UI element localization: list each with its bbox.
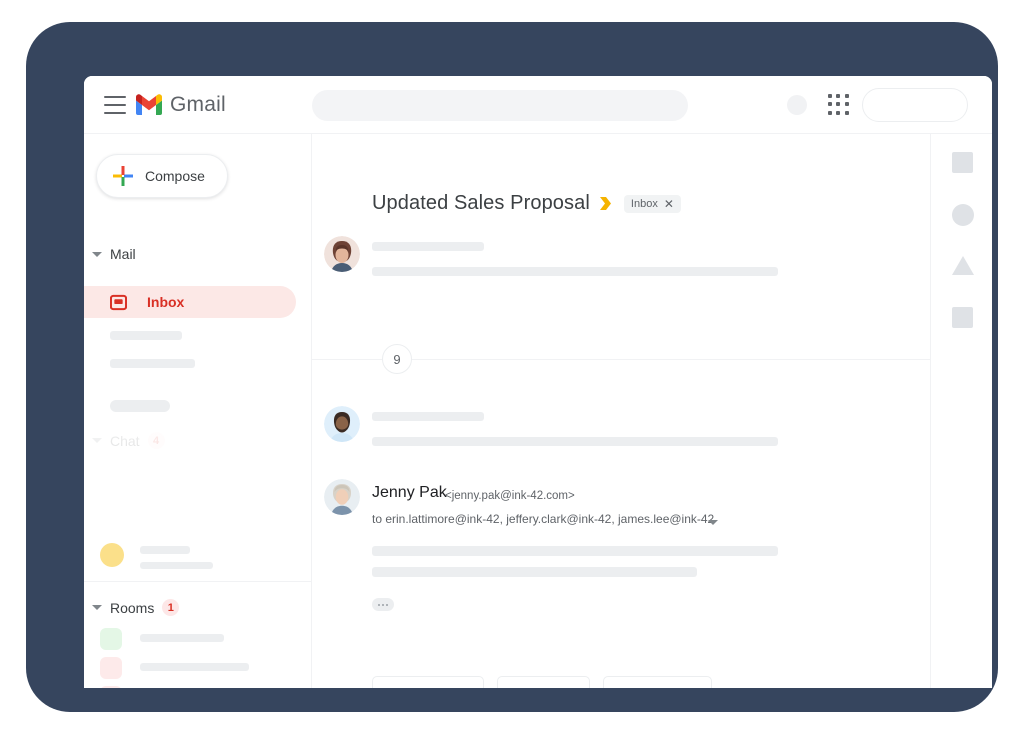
important-chevron-icon[interactable]: [599, 196, 614, 211]
app-header: Gmail: [84, 76, 992, 134]
plus-icon: [113, 166, 133, 186]
search-input[interactable]: [312, 90, 688, 121]
account-avatar[interactable]: [787, 95, 807, 115]
chat-list-item-avatar[interactable]: [100, 543, 124, 567]
mail-section-title: Mail: [110, 246, 136, 262]
message-skeleton-line: [372, 267, 778, 276]
brand-name: Gmail: [170, 93, 226, 116]
hamburger-icon[interactable]: [104, 96, 126, 114]
circle-icon[interactable]: [952, 204, 974, 226]
sidebar-item-inbox[interactable]: Inbox: [84, 286, 296, 318]
chat-list-item-skeleton: [140, 546, 190, 554]
header-pill-placeholder[interactable]: [862, 88, 968, 122]
forward-icon: [630, 687, 632, 688]
message-avatar[interactable]: [324, 236, 360, 272]
chat-list-item-skeleton: [140, 562, 213, 569]
recipients-expand-icon[interactable]: [708, 520, 718, 525]
sidebar-item-inbox-label: Inbox: [147, 294, 185, 310]
sender-name: Jenny Pak: [372, 484, 447, 501]
chat-unread-badge: 4: [147, 432, 165, 449]
reply-label: Reply: [539, 687, 574, 689]
compose-button[interactable]: Compose: [96, 154, 228, 198]
rooms-unread-badge: 1: [162, 599, 180, 616]
mail-section-header[interactable]: Mail: [92, 246, 136, 262]
message-skeleton-line: [372, 437, 778, 446]
room-list-item-avatar[interactable]: [100, 628, 122, 650]
message-actions: Reply all Reply Forward: [372, 676, 712, 688]
tablet-frame: Gmail Compose Mail Inbox Chat 4 Rooms 1 …: [26, 22, 998, 712]
sidebar-skeleton-item: [110, 400, 170, 412]
chevron-down-icon: [92, 605, 102, 610]
message-avatar[interactable]: [324, 406, 360, 442]
message-skeleton-line: [372, 412, 484, 421]
body-skeleton-line: [372, 546, 778, 556]
body-skeleton-line: [372, 567, 697, 577]
ellipsis-icon[interactable]: [372, 598, 394, 611]
sidebar-divider: [84, 581, 311, 582]
chevron-down-icon: [92, 438, 102, 443]
inbox-icon: [110, 294, 127, 310]
forward-button[interactable]: Forward: [603, 676, 712, 688]
thread-subject: Updated Sales Proposal: [372, 192, 590, 214]
close-icon[interactable]: ✕: [664, 198, 674, 210]
rooms-section-title: Rooms: [110, 599, 155, 616]
square-icon[interactable]: [952, 152, 973, 173]
label-chip-inbox[interactable]: Inbox ✕: [623, 194, 681, 213]
reply-all-button[interactable]: Reply all: [372, 676, 484, 688]
chat-section-title: Chat: [110, 432, 140, 449]
sender-avatar[interactable]: [324, 479, 360, 515]
compose-label: Compose: [145, 168, 205, 184]
square-icon[interactable]: [952, 307, 973, 328]
recipients-line: to erin.lattimore@ink-42, jeffery.clark@…: [372, 512, 715, 526]
chat-section-header[interactable]: Chat 4: [92, 432, 165, 449]
right-side-panel: [930, 134, 992, 688]
room-list-item-skeleton: [140, 663, 249, 671]
thread-header: Updated Sales Proposal Inbox ✕: [372, 192, 681, 215]
forward-label: Forward: [645, 687, 695, 689]
reply-button[interactable]: Reply: [496, 676, 591, 689]
email-thread-pane: Updated Sales Proposal Inbox ✕ 9 Jenny P…: [312, 134, 930, 688]
triangle-icon[interactable]: [952, 256, 974, 275]
reply-icon: [518, 687, 520, 688]
room-list-item-avatar[interactable]: [100, 686, 122, 688]
room-list-item-skeleton: [140, 634, 224, 642]
sidebar: Compose Mail Inbox Chat 4 Rooms 1: [84, 134, 312, 688]
collapsed-messages-count[interactable]: 9: [382, 344, 412, 374]
label-chip-text: Inbox: [630, 197, 658, 210]
tablet-screen: Gmail Compose Mail Inbox Chat 4 Rooms 1 …: [84, 76, 992, 688]
reply-all-label: Reply all: [415, 687, 467, 689]
rooms-section-header[interactable]: Rooms 1: [92, 599, 180, 616]
sender-email: <jenny.pak@ink-42.com>: [445, 490, 575, 502]
apps-grid-icon[interactable]: [828, 94, 850, 116]
reply-all-icon: [393, 687, 399, 688]
sidebar-skeleton-item: [110, 331, 182, 340]
room-list-item-avatar[interactable]: [100, 657, 122, 679]
gmail-m-logo: [136, 94, 162, 115]
chevron-down-icon: [92, 251, 102, 257]
sidebar-skeleton-item: [110, 359, 195, 368]
message-skeleton-line: [372, 242, 484, 251]
